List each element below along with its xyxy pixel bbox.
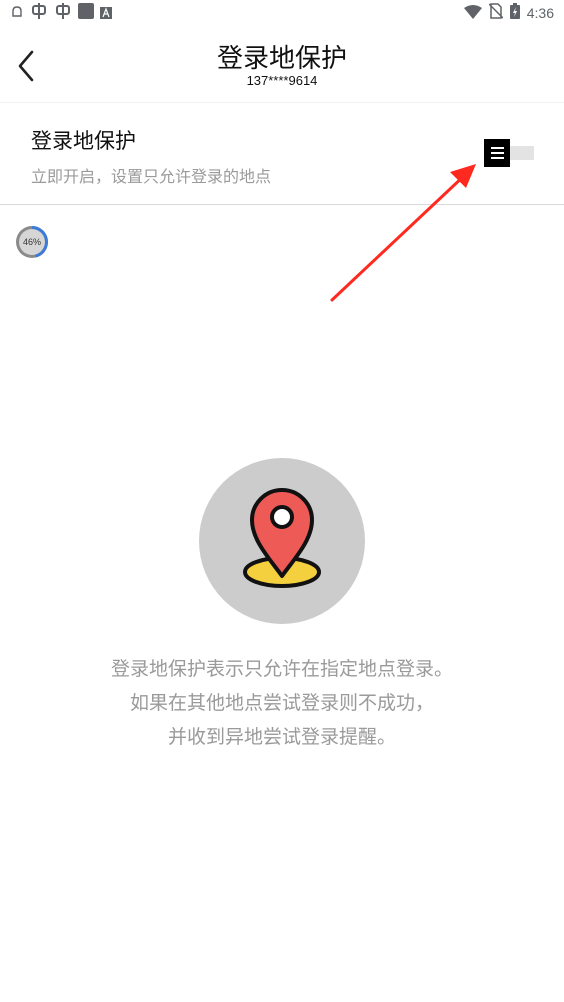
- description-line-1: 登录地保护表示只允许在指定地点登录。: [110, 658, 453, 680]
- empty-state-description: 登录地保护表示只允许在指定地点登录。 如果在其他地点尝试登录则不成功， 并收到异…: [0, 652, 564, 754]
- protection-toggle[interactable]: [484, 139, 534, 167]
- wifi-icon: [463, 4, 482, 23]
- bug-icon: [54, 3, 72, 23]
- progress-label: 46%: [22, 237, 41, 247]
- notification-icon: [10, 4, 24, 23]
- page-title: 登录地保护: [216, 44, 347, 74]
- description-line-3: 并收到异地尝试登录提醒。: [167, 726, 396, 748]
- toggle-track: [506, 146, 534, 160]
- status-bar-right: 4:36: [463, 3, 554, 23]
- progress-badge[interactable]: 46%: [15, 225, 49, 259]
- description-line-2: 如果在其他地点尝试登录则不成功，: [129, 692, 434, 714]
- battery-charging-icon: [509, 3, 520, 23]
- bug-icon: [30, 3, 48, 23]
- location-illustration: [199, 458, 365, 624]
- setting-title: 登录地保护: [31, 129, 136, 153]
- status-bar-left: [10, 3, 112, 23]
- a-badge-icon: [100, 4, 112, 23]
- setting-description: 立即开启，设置只允许登录的地点: [31, 167, 272, 186]
- account-number: 137****9614: [246, 73, 318, 88]
- status-time: 4:36: [526, 5, 554, 21]
- red-arrow-annotation: [330, 164, 476, 302]
- location-pin-icon: [199, 458, 365, 624]
- no-sim-icon: [488, 3, 504, 23]
- app-square-icon: [78, 3, 94, 23]
- status-bar: 4:36: [0, 0, 564, 24]
- nav-bar: 登录地保护 137****9614: [0, 26, 564, 102]
